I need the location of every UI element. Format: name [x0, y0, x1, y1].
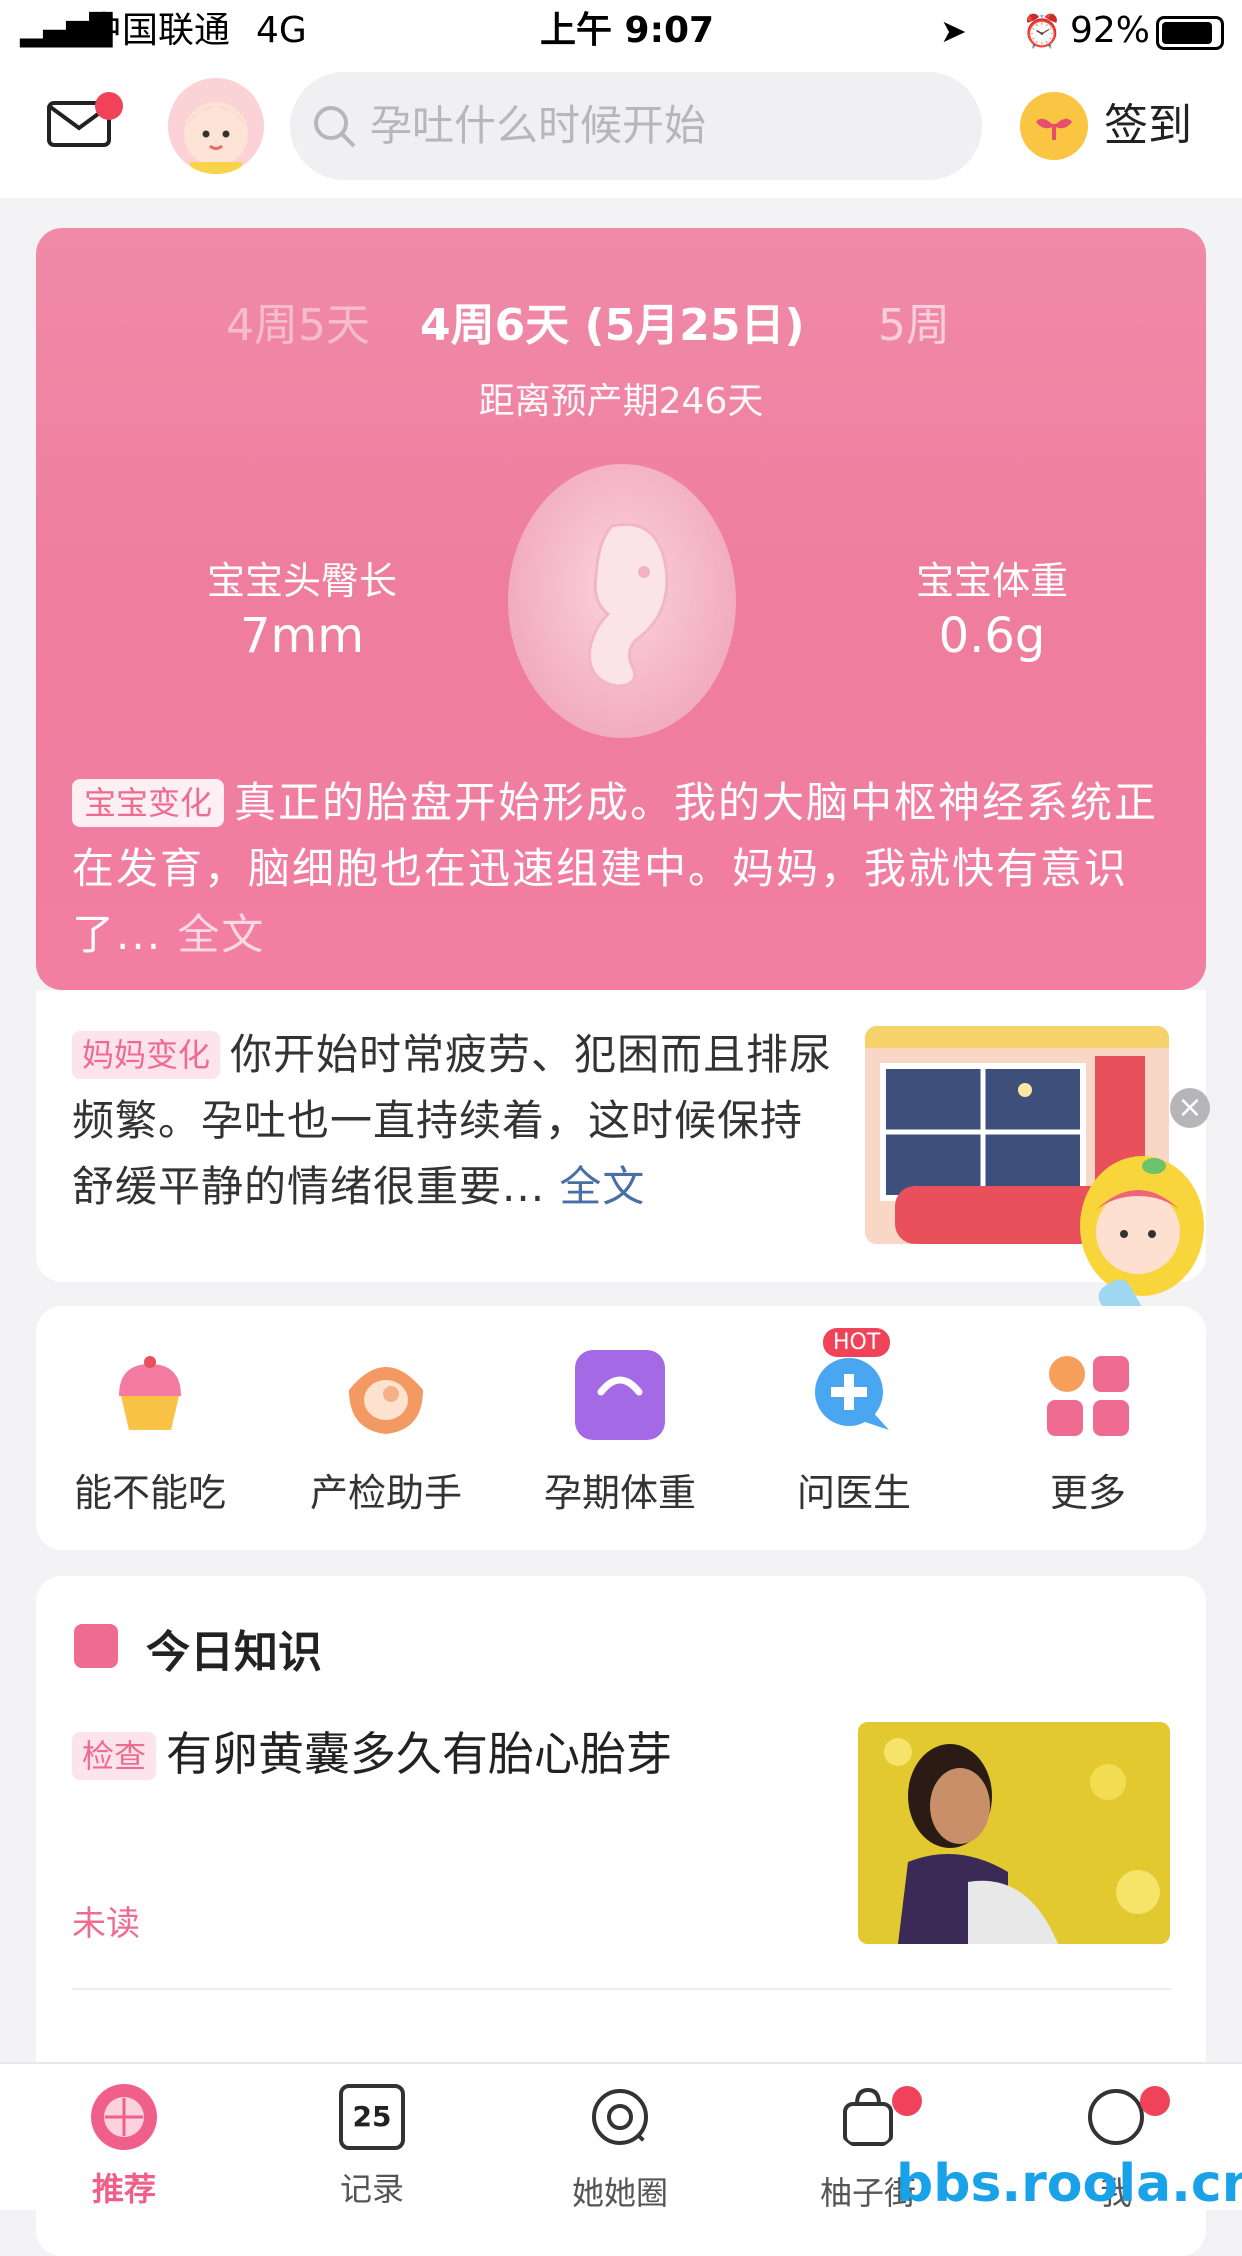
tool-label: 问医生	[796, 1471, 911, 1515]
tab-label: 推荐	[91, 2170, 156, 2208]
mom-change-text[interactable]: 妈妈变化 你开始时常疲劳、犯困而且排尿频繁。孕吐也一直持续着，这时候保持舒缓平静的…	[72, 1022, 842, 1220]
article-thumbnail[interactable]	[858, 1722, 1170, 1944]
shop-notification-dot	[892, 2086, 922, 2116]
embryo-illustration[interactable]	[508, 464, 736, 738]
article-title-text: 有卵黄囊多久有胎心胎芽	[166, 1727, 673, 1781]
mom-change-card[interactable]: 妈妈变化 你开始时常疲劳、犯困而且排尿频繁。孕吐也一直持续着，这时候保持舒缓平静的…	[36, 990, 1206, 1282]
week-current[interactable]: 4周6天 (5月25日)	[420, 298, 805, 354]
tool-more[interactable]: 更多	[988, 1350, 1188, 1517]
tab-label: 记录	[339, 2170, 404, 2208]
tab-community[interactable]: 她她圈	[530, 2084, 710, 2214]
carrier-name: 中国联通	[86, 10, 231, 51]
status-bar: ▂▄▆█ 中国联通 4G 上午 9:07 ➤ ⏰ 92%	[0, 0, 1242, 62]
tool-can-eat[interactable]: 能不能吃	[50, 1350, 250, 1517]
baby-change-tag: 宝宝变化	[72, 779, 225, 827]
network-type: 4G	[256, 10, 307, 51]
week-next[interactable]: 5周	[878, 298, 950, 354]
mom-read-more-link[interactable]: 全文	[559, 1162, 645, 1211]
divider	[72, 1988, 1172, 1990]
baby-read-more-link[interactable]: 全文	[177, 910, 265, 959]
clock: 上午 9:07	[540, 10, 715, 51]
avatar[interactable]	[168, 78, 264, 174]
cupcake-icon	[105, 1350, 195, 1440]
due-date-countdown: 距离预产期246天	[478, 381, 764, 422]
baby-change-text[interactable]: 宝宝变化 真正的胎盘开始形成。我的大脑中枢神经系统正在发育，脑细胞也在迅速组建中。…	[72, 770, 1172, 968]
pregnancy-card[interactable]: 4周5天 4周6天 (5月25日) 5周 距离预产期246天 宝宝头臀长 7mm…	[36, 228, 1206, 990]
tool-ask-doctor[interactable]: 问医生	[754, 1350, 954, 1517]
profile-icon	[1088, 2089, 1144, 2145]
section-title: 今日知识	[146, 1627, 322, 1678]
unread-dot	[95, 92, 123, 120]
article-title[interactable]: 检查 有卵黄囊多久有胎心胎芽	[72, 1722, 832, 1786]
watermark: bbs.roola.cn	[896, 2154, 1242, 2214]
tools-panel: 能不能吃 产检助手 孕期体重 问医生 更多	[36, 1306, 1206, 1550]
tool-label: 孕期体重	[543, 1471, 696, 1515]
location-icon: ➤	[940, 12, 967, 50]
grapefruit-icon	[91, 2084, 157, 2150]
weight-value: 0.6g	[938, 608, 1046, 664]
tool-pregnancy-weight[interactable]: 孕期体重	[520, 1350, 720, 1517]
calendar-date: 25	[352, 2100, 392, 2133]
mom-change-tag: 妈妈变化	[72, 1031, 221, 1079]
book-icon	[74, 1624, 118, 1668]
weight-label: 宝宝体重	[915, 559, 1068, 603]
battery-icon	[1156, 16, 1224, 50]
read-status: 未读	[72, 1904, 140, 1944]
tool-checkup-assistant[interactable]: 产检助手	[286, 1350, 486, 1517]
doctor-chat-icon	[809, 1350, 899, 1440]
week-prev[interactable]: 4周5天	[226, 298, 370, 354]
crl-value: 7mm	[239, 608, 365, 664]
ultrasound-icon	[341, 1350, 431, 1440]
grid-icon	[1043, 1350, 1133, 1440]
calendar-icon: 25	[339, 2084, 405, 2150]
battery-percent: 92%	[1070, 10, 1151, 51]
shopping-bag-icon	[843, 2087, 893, 2146]
me-notification-dot	[1140, 2086, 1170, 2116]
article-tag: 检查	[72, 1732, 157, 1780]
search-icon	[314, 106, 356, 148]
search-input[interactable]: 孕吐什么时候开始	[370, 98, 706, 154]
crl-label: 宝宝头臀长	[206, 559, 397, 603]
hot-badge: HOT	[823, 1328, 891, 1357]
tool-label: 能不能吃	[73, 1471, 226, 1515]
tool-label: 更多	[1049, 1471, 1126, 1515]
tab-recommend[interactable]: 推荐	[34, 2084, 214, 2210]
close-icon[interactable]: ×	[1170, 1088, 1210, 1128]
alarm-icon: ⏰	[1022, 12, 1062, 50]
sign-in-button[interactable]: 签到	[1104, 98, 1192, 154]
tool-label: 产检助手	[309, 1471, 462, 1515]
scale-icon	[575, 1350, 665, 1440]
tab-record[interactable]: 25 记录	[282, 2084, 462, 2210]
at-circle-icon	[592, 2089, 651, 2148]
sprout-icon[interactable]	[1020, 92, 1088, 160]
tab-label: 她她圈	[571, 2174, 668, 2212]
